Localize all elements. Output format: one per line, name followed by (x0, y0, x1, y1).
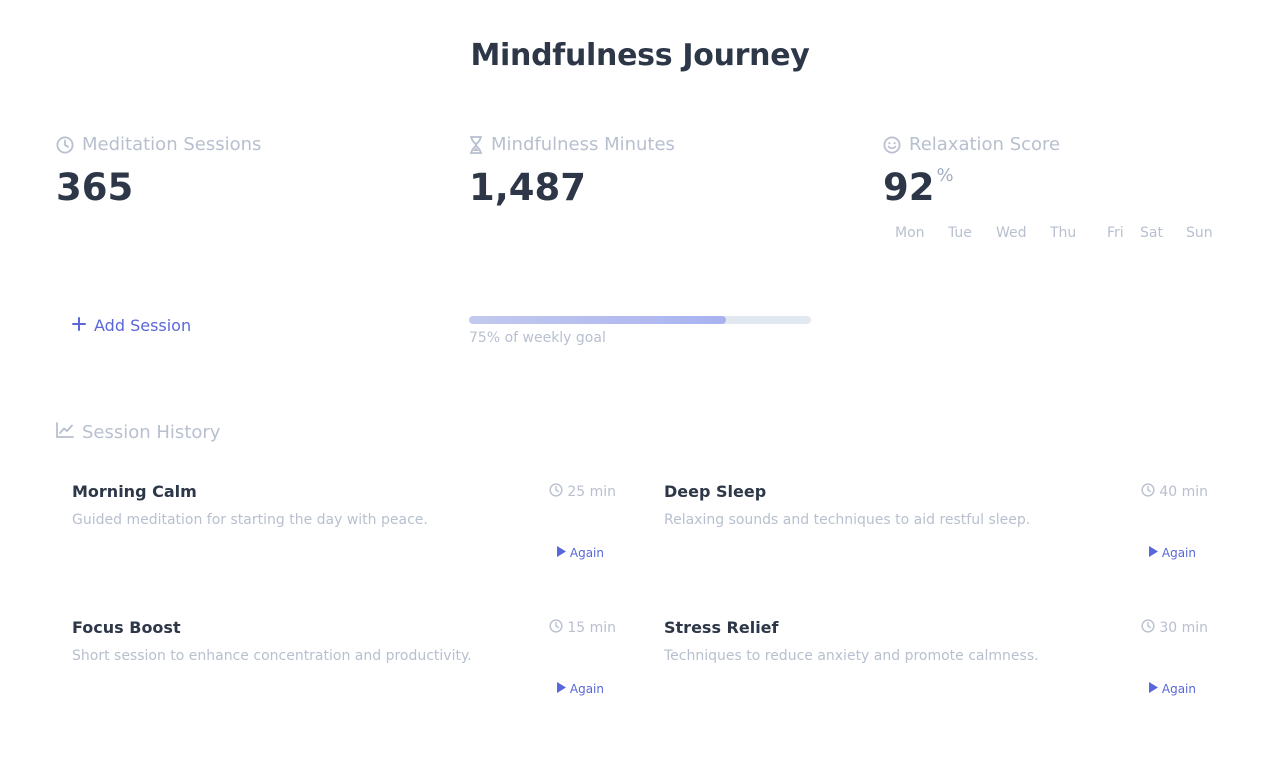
weekday-labels: Mon Tue Wed Thu Fri Sat Sun (895, 225, 1213, 241)
progress-label: 75% of weekly goal (469, 330, 606, 346)
plus-icon (72, 316, 86, 335)
weekday-label: Thu (1050, 225, 1077, 241)
clock-icon (1141, 483, 1155, 501)
stat-label: Meditation Sessions (82, 134, 262, 155)
stat-mindfulness-minutes: Mindfulness Minutes 1,487 (469, 134, 675, 206)
clock-icon (56, 136, 74, 154)
again-button[interactable]: Again (1148, 682, 1196, 696)
play-icon (556, 682, 566, 696)
clock-icon (1141, 619, 1155, 637)
hourglass-icon (469, 135, 483, 154)
session-description: Relaxing sounds and techniques to aid re… (664, 512, 1031, 528)
session-duration: 40 min (1141, 483, 1208, 501)
session-duration: 30 min (1141, 619, 1208, 637)
duration-text: 40 min (1159, 484, 1208, 500)
session-title: Deep Sleep (664, 482, 767, 501)
play-icon (1148, 682, 1158, 696)
score-number: 92 (883, 166, 935, 209)
smile-icon (883, 136, 901, 154)
play-icon (1148, 546, 1158, 560)
stat-label: Relaxation Score (909, 134, 1061, 155)
session-card-morning-calm: Morning Calm 25 min Guided meditation fo… (72, 482, 616, 592)
session-card-focus-boost: Focus Boost 15 min Short session to enha… (72, 618, 616, 728)
add-session-button[interactable]: Add Session (72, 316, 191, 335)
stat-relaxation-score: Relaxation Score 92% (883, 134, 1060, 206)
page-title: Mindfulness Journey (470, 38, 810, 73)
play-icon (556, 546, 566, 560)
weekday-label: Mon (895, 225, 925, 241)
progress-fill (469, 316, 726, 324)
session-title: Stress Relief (664, 618, 779, 637)
session-card-stress-relief: Stress Relief 30 min Techniques to reduc… (664, 618, 1208, 728)
session-description: Techniques to reduce anxiety and promote… (664, 648, 1039, 664)
clock-icon (549, 483, 563, 501)
again-button[interactable]: Again (1148, 546, 1196, 560)
again-button[interactable]: Again (556, 546, 604, 560)
again-button[interactable]: Again (556, 682, 604, 696)
progress-track (469, 316, 811, 324)
stat-value: 92% (883, 166, 1060, 209)
weekday-label: Tue (948, 225, 972, 241)
session-card-deep-sleep: Deep Sleep 40 min Relaxing sounds and te… (664, 482, 1208, 592)
again-label: Again (569, 546, 604, 560)
session-duration: 15 min (549, 619, 616, 637)
duration-text: 30 min (1159, 620, 1208, 636)
add-session-label: Add Session (94, 316, 192, 335)
stat-value: 365 (56, 166, 134, 209)
weekday-label: Sun (1186, 225, 1213, 241)
weekday-label: Wed (996, 225, 1027, 241)
weekday-label: Fri (1107, 225, 1124, 241)
line-chart-icon (56, 422, 74, 443)
duration-text: 15 min (567, 620, 616, 636)
session-description: Short session to enhance concentration a… (72, 648, 472, 664)
clock-icon (549, 619, 563, 637)
section-title: Session History (82, 422, 221, 443)
again-label: Again (1161, 682, 1196, 696)
session-description: Guided meditation for starting the day w… (72, 512, 428, 528)
session-history-heading: Session History (56, 422, 220, 443)
stat-meditation-sessions: Meditation Sessions 365 (56, 134, 261, 206)
weekday-label: Sat (1140, 225, 1163, 241)
session-title: Morning Calm (72, 482, 197, 501)
stat-value: 1,487 (469, 166, 587, 209)
duration-text: 25 min (567, 484, 616, 500)
score-unit: % (936, 165, 954, 186)
session-duration: 25 min (549, 483, 616, 501)
session-title: Focus Boost (72, 618, 181, 637)
again-label: Again (1161, 546, 1196, 560)
again-label: Again (569, 682, 604, 696)
weekly-goal-progress: 75% of weekly goal (469, 316, 811, 346)
stat-label: Mindfulness Minutes (491, 134, 675, 155)
